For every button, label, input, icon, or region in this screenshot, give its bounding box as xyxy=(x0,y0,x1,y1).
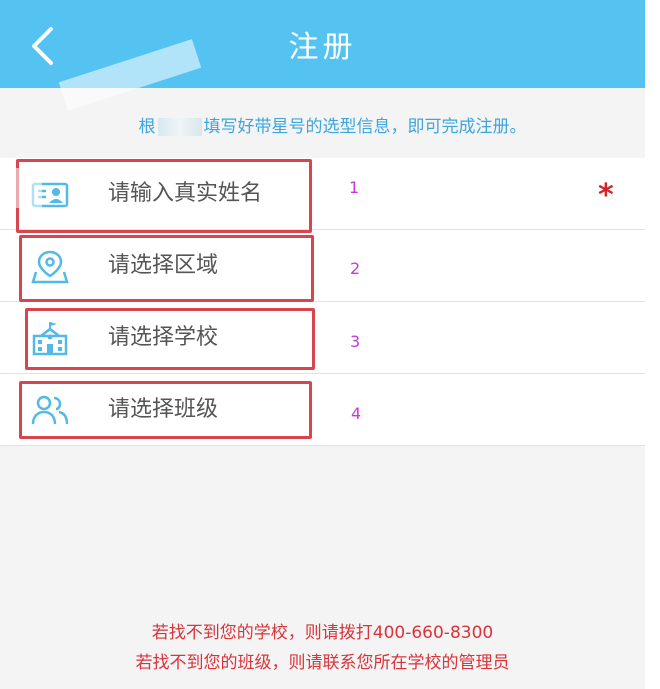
school-building-icon xyxy=(32,322,68,356)
region-select-row[interactable]: 请选择区域 xyxy=(0,230,645,302)
school-select-row[interactable]: 请选择学校 xyxy=(0,302,645,374)
required-star: * xyxy=(598,178,614,213)
register-hint: 根 填写好带星号的选型信息，即可完成注册。 xyxy=(0,104,645,150)
location-pin-icon xyxy=(31,250,69,284)
chevron-left-icon xyxy=(32,27,53,65)
hint-text-end: 填写好带星号的选型信息，即可完成注册。 xyxy=(203,117,527,137)
right-edge-strip xyxy=(645,0,660,689)
hint-obscured-area xyxy=(157,118,202,136)
register-page: 注册 根 填写好带星号的选型信息，即可完成注册。 请输入真实姓名 * 请选择区域 xyxy=(0,0,645,689)
annotation-number-3: 3 xyxy=(350,332,361,351)
app-header: 注册 xyxy=(0,0,645,88)
id-card-icon xyxy=(31,182,69,208)
school-select-placeholder[interactable]: 请选择学校 xyxy=(108,302,218,374)
class-select-row[interactable]: 请选择班级 xyxy=(0,374,645,446)
annotation-number-2: 2 xyxy=(350,259,361,278)
name-input-row[interactable]: 请输入真实姓名 * xyxy=(0,158,645,230)
class-select-placeholder[interactable]: 请选择班级 xyxy=(108,374,218,446)
name-input-placeholder[interactable]: 请输入真实姓名 xyxy=(108,158,262,230)
annotation-number-4: 4 xyxy=(351,404,362,423)
users-icon xyxy=(31,395,69,425)
back-button[interactable] xyxy=(22,24,62,68)
region-select-placeholder[interactable]: 请选择区域 xyxy=(108,230,218,302)
school-help-text: 若找不到您的学校，则请拨打400-660-8300 xyxy=(151,623,494,643)
page-title: 注册 xyxy=(288,30,357,65)
annotation-number-1: 1 xyxy=(349,178,360,197)
help-footer: 若找不到您的学校，则请拨打400-660-8300 若找不到您的班级，则请联系您… xyxy=(0,618,645,678)
class-help-text: 若找不到您的班级，则请联系您所在学校的管理员 xyxy=(135,653,510,673)
register-form: 请输入真实姓名 * 请选择区域 请选择学校 请选择班级 xyxy=(0,158,645,446)
hint-text-start: 根 xyxy=(138,117,156,137)
